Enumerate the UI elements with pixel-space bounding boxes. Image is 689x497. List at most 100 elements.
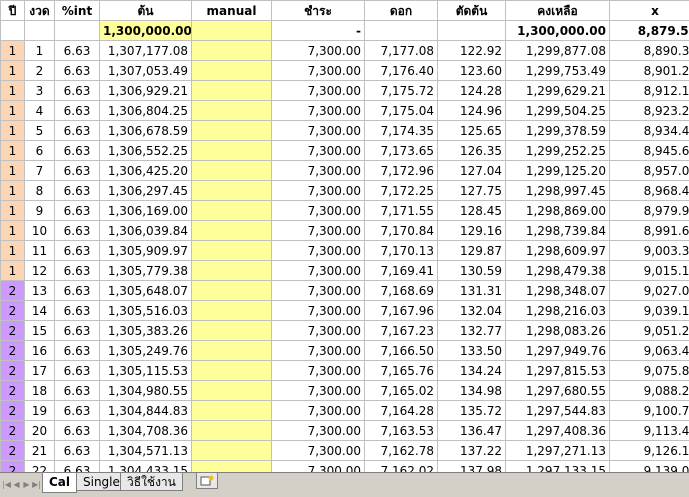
data-cell[interactable]: 7,300.00 xyxy=(271,120,365,141)
data-cell[interactable]: 7,300.00 xyxy=(271,460,365,472)
data-cell[interactable]: 1,297,271.13 xyxy=(505,440,610,461)
data-cell[interactable]: 1,304,844.83 xyxy=(99,400,192,421)
data-cell[interactable] xyxy=(191,320,272,341)
data-cell[interactable]: 7,300.00 xyxy=(271,60,365,81)
data-cell[interactable]: 7,300.00 xyxy=(271,260,365,281)
data-cell[interactable] xyxy=(191,180,272,201)
year-cell[interactable]: 1 xyxy=(0,200,25,221)
data-cell[interactable]: 7,162.02 xyxy=(364,460,438,472)
data-cell[interactable]: 9,126.19 xyxy=(609,440,689,461)
data-cell[interactable]: 6.63 xyxy=(54,200,100,221)
header-cell[interactable]: ต้น xyxy=(99,0,192,21)
data-cell[interactable]: 13 xyxy=(24,280,55,301)
data-cell[interactable]: 1,305,516.03 xyxy=(99,300,192,321)
data-cell[interactable]: 1,297,544.83 xyxy=(505,400,610,421)
year-cell[interactable]: 2 xyxy=(0,440,25,461)
data-cell[interactable]: 127.04 xyxy=(437,160,506,181)
data-cell[interactable]: 11 xyxy=(24,240,55,261)
data-cell[interactable]: 7,300.00 xyxy=(271,240,365,261)
data-cell[interactable] xyxy=(191,460,272,472)
data-cell[interactable]: 21 xyxy=(24,440,55,461)
data-cell[interactable] xyxy=(191,140,272,161)
data-cell[interactable]: 1,298,083.26 xyxy=(505,320,610,341)
data-cell[interactable]: 7,300.00 xyxy=(271,180,365,201)
data-cell[interactable]: 133.50 xyxy=(437,340,506,361)
data-cell[interactable]: 8,912.18 xyxy=(609,80,689,101)
data-cell[interactable] xyxy=(191,160,272,181)
data-cell[interactable]: 7,300.00 xyxy=(271,420,365,441)
data-cell[interactable]: 7,172.96 xyxy=(364,160,438,181)
data-cell[interactable]: 1,298,609.97 xyxy=(505,240,610,261)
data-cell[interactable]: 9,113.44 xyxy=(609,420,689,441)
year-cell[interactable]: 1 xyxy=(0,120,25,141)
data-cell[interactable] xyxy=(191,60,272,81)
data-cell[interactable]: 7,167.23 xyxy=(364,320,438,341)
data-cell[interactable]: 14 xyxy=(24,300,55,321)
data-cell[interactable]: 7,166.50 xyxy=(364,340,438,361)
year-cell[interactable]: 2 xyxy=(0,340,25,361)
data-cell[interactable]: 8,968.45 xyxy=(609,180,689,201)
data-cell[interactable]: 5 xyxy=(24,120,55,141)
data-cell[interactable]: 1,299,252.25 xyxy=(505,140,610,161)
data-cell[interactable]: 6.63 xyxy=(54,180,100,201)
year-cell[interactable]: 1 xyxy=(0,180,25,201)
data-cell[interactable]: 1,298,216.03 xyxy=(505,300,610,321)
data-cell[interactable]: 7,176.40 xyxy=(364,60,438,81)
header-cell[interactable]: ปี xyxy=(0,0,25,21)
data-cell[interactable]: 6.63 xyxy=(54,80,100,101)
data-cell[interactable]: 7,177.08 xyxy=(364,40,438,61)
data-cell[interactable]: 6.63 xyxy=(54,300,100,321)
data-cell[interactable]: 8,890.31 xyxy=(609,40,689,61)
data-cell[interactable]: 9,039.12 xyxy=(609,300,689,321)
data-cell[interactable]: 131.31 xyxy=(437,280,506,301)
totals-cell[interactable]: 8,879.50 xyxy=(609,20,689,41)
data-cell[interactable]: 7,162.78 xyxy=(364,440,438,461)
data-cell[interactable]: 124.28 xyxy=(437,80,506,101)
data-cell[interactable]: 8 xyxy=(24,180,55,201)
data-cell[interactable]: 134.98 xyxy=(437,380,506,401)
year-cell[interactable]: 1 xyxy=(0,80,25,101)
data-cell[interactable]: 1,305,249.76 xyxy=(99,340,192,361)
data-cell[interactable]: 9,075.81 xyxy=(609,360,689,381)
data-cell[interactable]: 1,307,053.49 xyxy=(99,60,192,81)
data-cell[interactable]: 1,297,815.53 xyxy=(505,360,610,381)
data-cell[interactable]: 9,139.06 xyxy=(609,460,689,472)
data-cell[interactable]: 9,088.24 xyxy=(609,380,689,401)
data-cell[interactable]: 8,979.98 xyxy=(609,200,689,221)
data-cell[interactable]: 1,304,433.15 xyxy=(99,460,192,472)
data-cell[interactable]: 7,300.00 xyxy=(271,280,365,301)
data-cell[interactable]: 1,299,125.20 xyxy=(505,160,610,181)
data-cell[interactable]: 1,297,680.55 xyxy=(505,380,610,401)
totals-cell[interactable] xyxy=(0,20,25,41)
data-cell[interactable]: 9 xyxy=(24,200,55,221)
data-cell[interactable]: 130.59 xyxy=(437,260,506,281)
header-cell[interactable]: %int xyxy=(54,0,100,21)
data-cell[interactable]: 7,174.35 xyxy=(364,120,438,141)
data-cell[interactable]: 1,306,552.25 xyxy=(99,140,192,161)
year-cell[interactable]: 2 xyxy=(0,400,25,421)
data-cell[interactable]: 9,027.09 xyxy=(609,280,689,301)
year-cell[interactable]: 1 xyxy=(0,60,25,81)
data-cell[interactable] xyxy=(191,400,272,421)
data-cell[interactable]: 1,305,115.53 xyxy=(99,360,192,381)
data-cell[interactable]: 132.77 xyxy=(437,320,506,341)
year-cell[interactable]: 2 xyxy=(0,460,25,472)
data-cell[interactable]: 6.63 xyxy=(54,420,100,441)
data-cell[interactable]: 6.63 xyxy=(54,60,100,81)
data-cell[interactable]: 1,306,929.21 xyxy=(99,80,192,101)
data-cell[interactable]: 7,300.00 xyxy=(271,340,365,361)
totals-cell[interactable] xyxy=(24,20,55,41)
totals-cell[interactable]: 1,300,000.00 xyxy=(99,20,192,41)
data-cell[interactable]: 1,306,169.00 xyxy=(99,200,192,221)
data-cell[interactable]: 1,298,869.00 xyxy=(505,200,610,221)
data-cell[interactable]: 1,306,804.25 xyxy=(99,100,192,121)
year-cell[interactable]: 1 xyxy=(0,160,25,181)
header-cell[interactable]: งวด xyxy=(24,0,55,21)
data-cell[interactable] xyxy=(191,360,272,381)
data-cell[interactable]: 7,300.00 xyxy=(271,360,365,381)
data-cell[interactable]: 7,300.00 xyxy=(271,440,365,461)
data-cell[interactable]: 7,167.96 xyxy=(364,300,438,321)
data-cell[interactable]: 6.63 xyxy=(54,160,100,181)
data-cell[interactable]: 15 xyxy=(24,320,55,341)
data-cell[interactable]: 7,168.69 xyxy=(364,280,438,301)
